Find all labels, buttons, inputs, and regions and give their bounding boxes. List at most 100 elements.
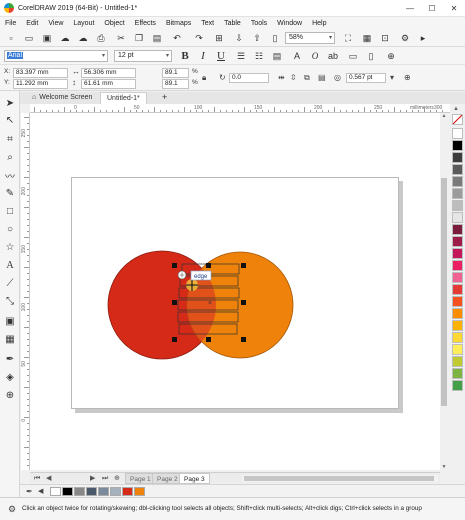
previous-page-button[interactable]: ◀ bbox=[46, 473, 51, 484]
color-swatch[interactable] bbox=[452, 200, 463, 211]
color-swatch[interactable] bbox=[452, 320, 463, 331]
scale-x-field[interactable]: 89.1 bbox=[162, 68, 189, 78]
polygon-tool-icon[interactable]: ☆ bbox=[2, 239, 18, 255]
export-icon[interactable]: ⇧ bbox=[250, 31, 264, 45]
full-screen-icon[interactable]: ⛶ bbox=[341, 31, 355, 45]
menu-file[interactable]: File bbox=[5, 20, 16, 27]
outline-width-field[interactable]: 0.567 pt bbox=[346, 73, 386, 83]
new-tab-icon[interactable]: + bbox=[156, 92, 173, 104]
import-icon[interactable]: ⇩ bbox=[232, 31, 246, 45]
document-color-swatch[interactable] bbox=[86, 487, 97, 496]
snap-icon[interactable]: ⊡ bbox=[378, 31, 392, 45]
width-field[interactable]: 56.306 mm bbox=[81, 68, 136, 78]
italic-button[interactable]: I bbox=[196, 49, 210, 63]
horizontal-text-icon[interactable]: ▭ bbox=[346, 49, 360, 63]
undo-icon[interactable]: ↶ bbox=[170, 31, 184, 45]
menu-edit[interactable]: Edit bbox=[26, 20, 38, 27]
lock-ratio-icon[interactable]: 🔒︎ bbox=[202, 73, 206, 83]
redo-icon[interactable]: ↷ bbox=[192, 31, 206, 45]
page-tab-3[interactable]: Page 3 bbox=[179, 473, 210, 484]
align-icon[interactable]: ☰ bbox=[234, 49, 248, 63]
last-page-button[interactable]: ⏭ bbox=[102, 473, 108, 484]
rulers-icon[interactable]: ▦ bbox=[360, 31, 374, 45]
menu-object[interactable]: Object bbox=[104, 20, 124, 27]
eyedropper-icon[interactable]: ✒ bbox=[2, 351, 18, 367]
color-swatch[interactable] bbox=[452, 140, 463, 151]
color-swatch[interactable] bbox=[452, 248, 463, 259]
drawing-workspace[interactable]: × edge bbox=[30, 113, 440, 470]
document-color-swatch[interactable] bbox=[50, 487, 61, 496]
gear-icon[interactable]: ⚙ bbox=[8, 504, 16, 515]
scale-y-field[interactable]: 89.1 bbox=[162, 79, 189, 89]
palette-up-icon[interactable]: ▲ bbox=[453, 106, 459, 112]
crop-tool-icon[interactable]: ⌗ bbox=[2, 131, 18, 147]
vertical-text-icon[interactable]: ▯ bbox=[364, 49, 378, 63]
opentype-icon[interactable]: O bbox=[308, 49, 322, 63]
quick-customize-icon[interactable]: ⊕ bbox=[404, 73, 411, 82]
color-swatch[interactable] bbox=[452, 260, 463, 271]
underline-button[interactable]: U bbox=[214, 49, 228, 63]
drop-cap-icon[interactable]: ▤ bbox=[270, 49, 284, 63]
vertical-scrollbar[interactable]: ▲ ▼ bbox=[440, 113, 448, 470]
menu-effects[interactable]: Effects bbox=[135, 20, 156, 27]
text-tool-icon[interactable]: A bbox=[2, 257, 18, 273]
color-swatch[interactable] bbox=[452, 176, 463, 187]
new-icon[interactable]: ▫ bbox=[4, 31, 18, 45]
menu-window[interactable]: Window bbox=[277, 20, 302, 27]
menu-tools[interactable]: Tools bbox=[251, 20, 267, 27]
save-icon[interactable]: ▣ bbox=[40, 31, 54, 45]
color-swatch[interactable] bbox=[452, 236, 463, 247]
interactive-fill-icon[interactable]: ◈ bbox=[2, 369, 18, 385]
smart-fill-icon[interactable]: ⊕ bbox=[2, 387, 18, 403]
document-color-swatch[interactable] bbox=[62, 487, 73, 496]
maximize-button[interactable]: ☐ bbox=[421, 0, 443, 17]
mirror-vertical-icon[interactable]: ⇳ bbox=[290, 73, 297, 82]
color-swatch[interactable] bbox=[452, 344, 463, 355]
menu-bitmaps[interactable]: Bitmaps bbox=[166, 20, 191, 27]
color-swatch[interactable] bbox=[452, 332, 463, 343]
first-page-button[interactable]: ⏮ bbox=[34, 473, 40, 484]
freehand-tool-icon[interactable]: 〰 bbox=[2, 167, 18, 183]
close-button[interactable]: ✕ bbox=[443, 0, 465, 17]
zoom-level-dropdown[interactable]: 58% ▾ bbox=[285, 32, 335, 44]
color-swatch[interactable] bbox=[452, 356, 463, 367]
no-color-swatch[interactable] bbox=[452, 114, 463, 125]
bullet-list-icon[interactable]: ☷ bbox=[252, 49, 266, 63]
document-color-swatch[interactable] bbox=[74, 487, 85, 496]
tab-untitled-1[interactable]: Untitled-1* bbox=[100, 92, 147, 104]
y-position-field[interactable]: 11.292 mm bbox=[13, 79, 68, 89]
mirror-horizontal-icon[interactable]: ⇹ bbox=[278, 73, 285, 82]
chevron-down-icon[interactable]: ▾ bbox=[390, 73, 394, 82]
color-swatch[interactable] bbox=[452, 224, 463, 235]
document-color-swatch[interactable] bbox=[134, 487, 145, 496]
cloud-upload-icon[interactable]: ☁ bbox=[76, 31, 90, 45]
eyedropper-icon[interactable]: ✒ bbox=[26, 487, 33, 496]
x-position-field[interactable]: 83.397 mm bbox=[13, 68, 68, 78]
edit-text-icon[interactable]: ab bbox=[326, 49, 340, 63]
cut-icon[interactable]: ✂ bbox=[114, 31, 128, 45]
menu-help[interactable]: Help bbox=[312, 20, 326, 27]
text-properties-icon[interactable]: A bbox=[290, 49, 304, 63]
font-size-field[interactable]: 12 pt ▾ bbox=[114, 50, 172, 62]
document-color-swatch[interactable] bbox=[98, 487, 109, 496]
height-field[interactable]: 61.61 mm bbox=[81, 79, 136, 89]
open-icon[interactable]: ▭ bbox=[22, 31, 36, 45]
palette-left-icon[interactable]: ◀ bbox=[38, 487, 43, 495]
rotation-field[interactable]: 0.0 bbox=[229, 73, 269, 83]
color-swatch[interactable] bbox=[452, 272, 463, 283]
copy-icon[interactable]: ❐ bbox=[132, 31, 146, 45]
color-swatch[interactable] bbox=[452, 212, 463, 223]
connector-tool-icon[interactable]: ⤡ bbox=[2, 293, 18, 309]
pick-tool-icon[interactable]: ➤ bbox=[2, 95, 18, 111]
pdf-icon[interactable]: ▯ bbox=[268, 31, 282, 45]
print-icon[interactable]: ⎙ bbox=[94, 31, 108, 45]
artistic-media-icon[interactable]: ✎ bbox=[2, 185, 18, 201]
color-swatch[interactable] bbox=[452, 128, 463, 139]
scroll-up-icon[interactable]: ▲ bbox=[440, 113, 448, 119]
cloud-download-icon[interactable]: ☁ bbox=[58, 31, 72, 45]
color-swatch[interactable] bbox=[452, 188, 463, 199]
color-swatch[interactable] bbox=[452, 152, 463, 163]
shape-tool-icon[interactable]: ↖ bbox=[2, 112, 18, 128]
drop-shadow-icon[interactable]: ▣ bbox=[2, 313, 18, 329]
add-page-icon[interactable]: ⊕ bbox=[114, 473, 120, 484]
